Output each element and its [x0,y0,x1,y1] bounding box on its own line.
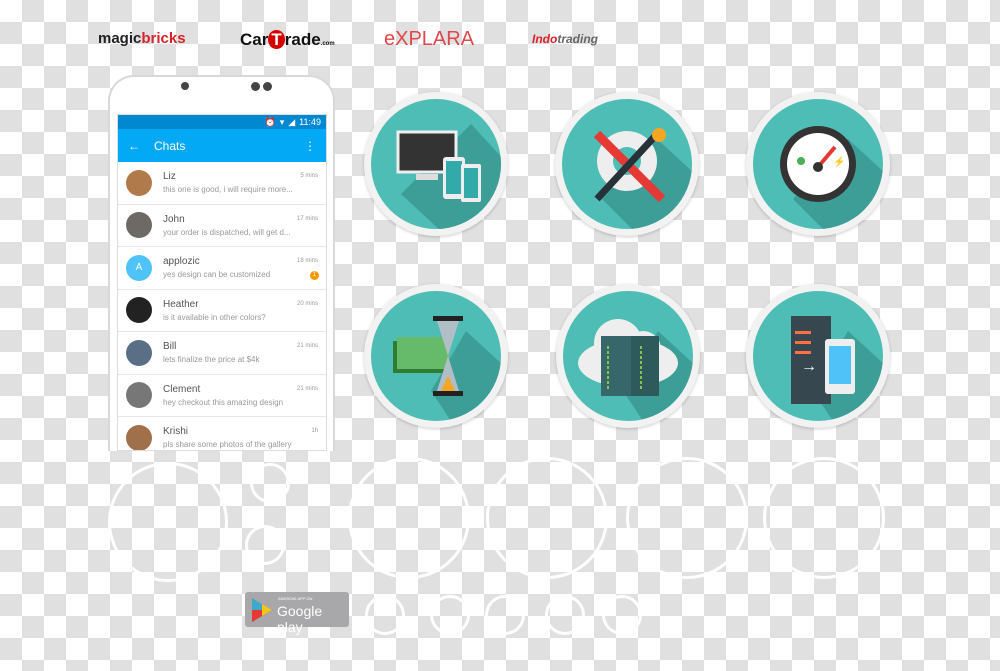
logo-indotrading: Indotrading [532,32,598,46]
play-store-icon [252,598,272,622]
logo-cartrade: Car Trade.com [240,30,335,49]
avatar [126,424,152,450]
more-vert-icon[interactable]: ⋮ [304,139,316,153]
badge-small-text: ANDROID APP ON [278,596,313,601]
arrow-left-icon[interactable]: ← [128,139,140,153]
devices-icon [364,92,508,236]
facebook-outline-icon [250,463,290,503]
svg-text:→: → [801,358,817,375]
status-time: 11:49 [299,117,321,127]
refresh-icon[interactable] [430,595,470,635]
chat-time: 21 mins [296,385,318,392]
chat-list: Liz this one is good, i will require more… [118,162,326,450]
chat-time: 17 mins [296,215,318,222]
alarm-icon: ⏰ [264,116,276,127]
chat-time: 18 mins [296,258,318,264]
chat-list-item[interactable]: Heather is it available in other colors? … [118,290,326,332]
server-to-phone-icon: → [746,284,890,428]
status-bar: ⏰ ▾ ◢ 11:49 [118,115,326,129]
google-plus-icon[interactable] [365,595,405,635]
app-bar: ← Chats ⋮ [118,129,326,162]
tools-icon [555,92,699,236]
upload-phone-outline-icon [245,525,285,565]
avatar: A [126,254,152,281]
signal-icon: ◢ [288,116,296,127]
chat-time: 21 mins [296,343,318,349]
chat-name: applozic [163,256,200,268]
chat-message: hey checkout this amazing design [163,397,284,407]
chat-list-item[interactable]: Liz this one is good, i will require more… [118,162,326,205]
chat-message: is it available in other colors? [163,312,266,322]
download-outline-icon [626,457,748,579]
google-play-badge[interactable]: ANDROID APP ON Google play [245,592,349,635]
chat-name: Bill [163,341,177,353]
support-outline-icon [108,462,228,582]
chat-message: pls share some photos of the gallery [163,440,292,450]
phone-outline-icon[interactable] [545,595,585,635]
chat-list-item[interactable]: Clement hey checkout this amazing design … [118,375,326,417]
chat-name: Liz [163,171,176,183]
chat-name: Clement [163,383,201,395]
logo-explara: eXPLARA [384,28,475,50]
chat-screen: ⏰ ▾ ◢ 11:49 ← Chats ⋮ Liz this one is good, … [117,114,327,451]
chat-list-item[interactable]: Bill lets finalize the price at $4k 21 mi… [118,332,326,375]
avatar [126,339,152,366]
chat-list-item[interactable]: A applozic yes design can be customized 1… [118,247,326,290]
avatar [126,297,152,324]
unread-badge: 1 [310,271,319,280]
chat-name: Krishi [163,426,189,438]
chat-time: 20 mins [296,300,318,307]
chat-message: your order is dispatched, will get d... [163,227,291,237]
chat-name: Heather [163,298,199,310]
chat-time: 1h [311,428,318,434]
cloud-server-icon [556,284,700,428]
chat-time: 5 mins [300,173,318,179]
tools-outline-icon [763,457,885,579]
speedometer-icon: ⚡ [746,92,890,236]
chat-list-item[interactable]: Krishi pls share some photos of the galle… [118,417,326,450]
chat-message: lets finalize the price at $4k [163,355,260,365]
chat-list-item[interactable]: John your order is dispatched, will get d… [118,205,326,247]
money-hourglass-icon [364,284,508,428]
logo-magicbricks: magicbricks [98,30,186,47]
twitter-icon[interactable] [602,595,642,635]
linkedin-icon[interactable] [485,595,525,635]
avatar [126,212,152,239]
chat-message: this one is good, i will require more... [163,185,293,195]
page-title: Chats [154,138,186,153]
wifi-icon: ▾ [279,116,285,127]
people-outline-icon [348,457,470,579]
chat-name: John [163,213,185,225]
svg-text:⚡: ⚡ [833,155,845,168]
chat-message: yes design can be customized [163,270,271,280]
badge-big-text: Google play [277,603,323,635]
send-outline-icon [486,457,608,579]
avatar [126,382,152,409]
avatar [126,169,152,196]
